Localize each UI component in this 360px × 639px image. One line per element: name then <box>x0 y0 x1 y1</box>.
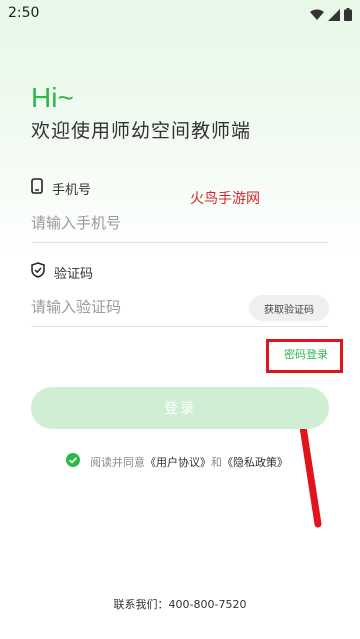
get-code-button[interactable]: 获取验证码 <box>249 295 329 321</box>
welcome-title: 欢迎使用师幼空间教师端 <box>31 120 252 142</box>
shield-check-icon <box>31 262 45 282</box>
greeting-hi: Hi~ <box>31 82 74 113</box>
user-agreement-link[interactable]: 《用户协议》 <box>145 456 211 469</box>
privacy-policy-link[interactable]: 《隐私政策》 <box>222 456 288 469</box>
phone-label: 手机号 <box>52 182 92 198</box>
signal-icon <box>328 6 340 25</box>
phone-input[interactable] <box>31 204 328 243</box>
login-button[interactable]: 登录 <box>31 387 329 429</box>
status-icons <box>310 6 352 25</box>
password-login-link[interactable]: 密码登录 <box>284 346 328 362</box>
phone-icon <box>31 178 43 198</box>
wifi-icon <box>310 6 324 25</box>
status-bar: 2:50 <box>0 0 360 26</box>
agreement-prefix: 阅读并同意 <box>90 455 145 469</box>
contact-info: 联系我们：400-800-7520 <box>113 598 247 611</box>
agreement-row: 阅读并同意《用户协议》和《隐私政策》 <box>66 453 288 470</box>
code-label-row: 验证码 <box>31 262 93 282</box>
checkbox-checked-icon[interactable] <box>66 453 80 470</box>
code-label: 验证码 <box>54 266 94 282</box>
phone-label-row: 手机号 <box>31 178 91 198</box>
agreement-and: 和 <box>211 455 222 469</box>
watermark-text: 火鸟手游网 <box>190 191 260 207</box>
battery-icon <box>344 6 352 25</box>
status-time: 2:50 <box>8 5 40 21</box>
